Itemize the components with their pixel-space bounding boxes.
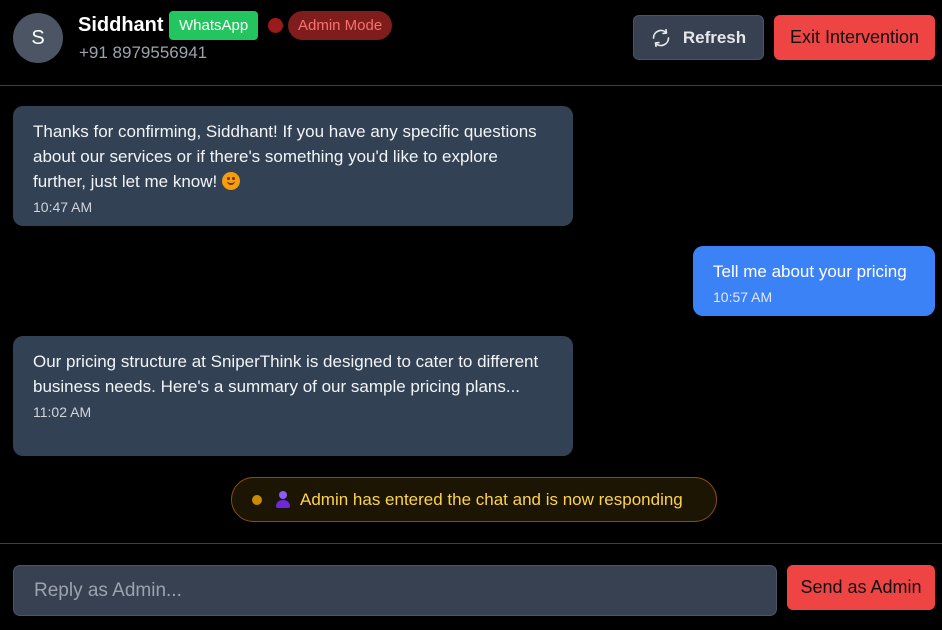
send-as-admin-button[interactable]: Send as Admin bbox=[787, 565, 935, 610]
avatar: S bbox=[13, 13, 63, 63]
notice-dot-icon bbox=[252, 494, 262, 505]
person-icon bbox=[275, 490, 291, 509]
refresh-button[interactable]: Refresh bbox=[633, 15, 764, 60]
message-time: 10:57 AM bbox=[713, 289, 773, 305]
status-dot bbox=[268, 18, 283, 33]
channel-badge: WhatsApp bbox=[169, 11, 259, 40]
exit-intervention-button[interactable]: Exit Intervention bbox=[774, 15, 935, 60]
message-bubble-incoming: Thanks for confirming, Siddhant! If you … bbox=[13, 106, 573, 226]
contact-name: Siddhant bbox=[78, 14, 164, 36]
admin-mode-badge: Admin Mode bbox=[288, 11, 393, 40]
message-time: 11:02 AM bbox=[33, 404, 92, 420]
message-text: Our pricing structure at SniperThink is … bbox=[33, 352, 539, 396]
system-notice: Admin has entered the chat and is now re… bbox=[231, 477, 717, 522]
notice-text: Admin has entered the chat and is now re… bbox=[300, 489, 683, 509]
composer: Send as Admin bbox=[0, 543, 942, 630]
chat-header: S Siddhant WhatsApp Admin Mode +91 89795… bbox=[0, 0, 942, 86]
message-bubble-incoming: Our pricing structure at SniperThink is … bbox=[13, 336, 573, 456]
message-text: Tell me about your pricing bbox=[713, 262, 907, 281]
message-time: 10:47 AM bbox=[33, 199, 93, 215]
refresh-icon bbox=[652, 28, 670, 47]
message-bubble-outgoing: Tell me about your pricing 10:57 AM bbox=[693, 246, 935, 316]
smiling-face-icon bbox=[221, 172, 240, 190]
message-text: Thanks for confirming, Siddhant! If you … bbox=[33, 122, 537, 191]
refresh-label: Refresh bbox=[682, 27, 747, 47]
reply-input[interactable] bbox=[13, 565, 777, 616]
contact-phone: +91 8979556941 bbox=[79, 43, 208, 62]
